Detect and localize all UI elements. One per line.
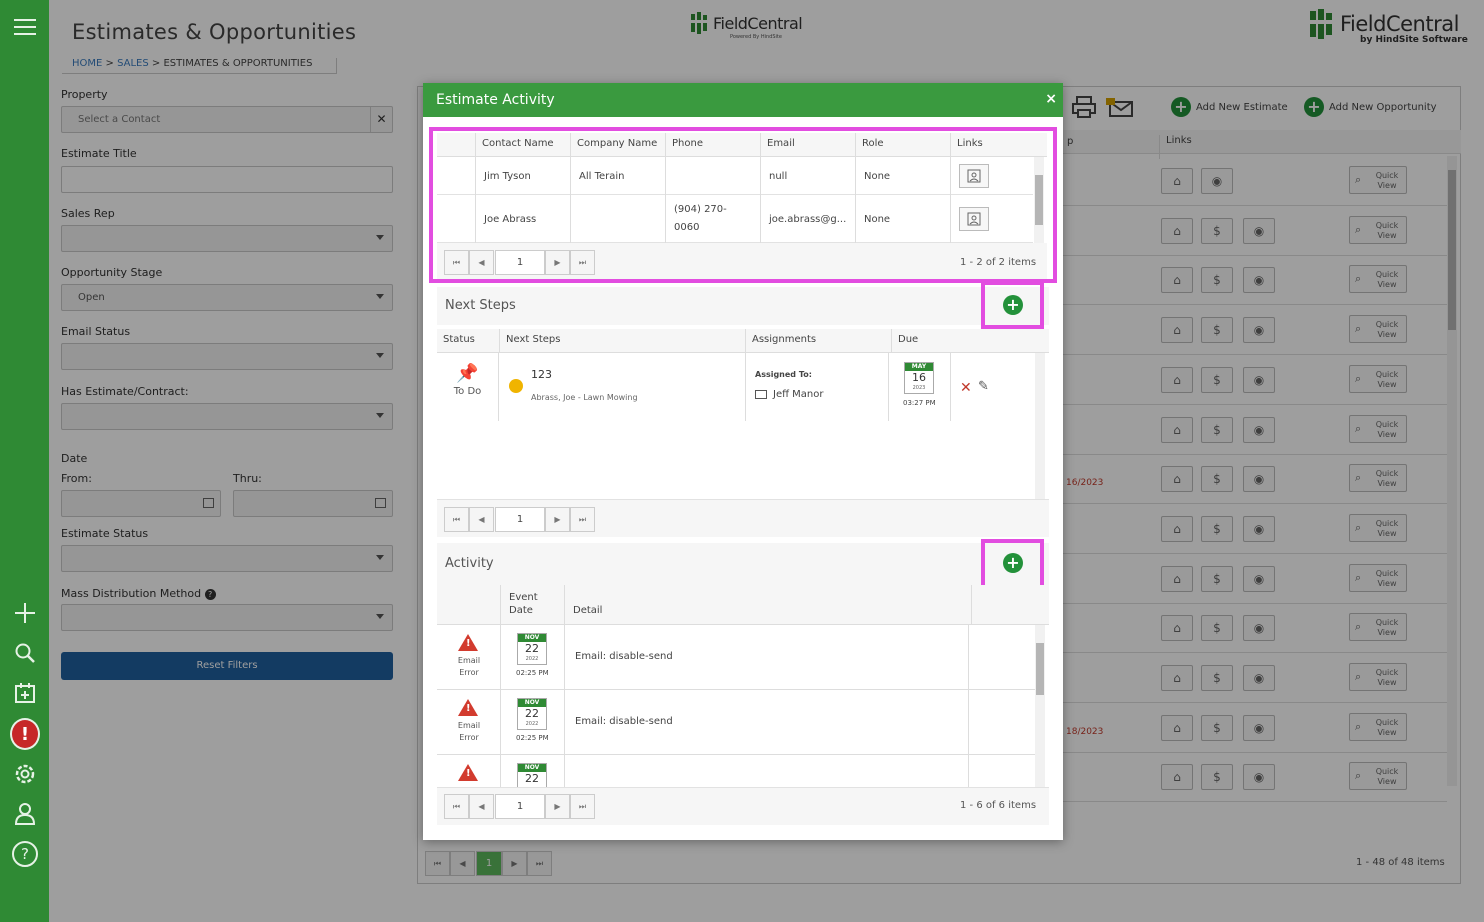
highlight-box-add-next-step bbox=[981, 281, 1044, 329]
next-steps-section-header bbox=[437, 287, 1049, 325]
activity-row[interactable]: ! NOV 22 bbox=[437, 755, 1035, 787]
delete-icon[interactable]: ✕ bbox=[960, 380, 972, 396]
activity-grid-header: Event Date Detail bbox=[437, 585, 1049, 625]
activity-detail: Email: disable-send bbox=[575, 716, 673, 727]
calendar-add-icon[interactable] bbox=[10, 678, 40, 708]
next-page-button[interactable]: ▶ bbox=[545, 794, 570, 819]
prev-page-button[interactable]: ◀ bbox=[469, 507, 494, 532]
user-profile-icon[interactable] bbox=[10, 799, 40, 829]
last-page-button[interactable]: ⏭ bbox=[570, 507, 595, 532]
pushpin-icon: 📌 bbox=[456, 363, 479, 384]
estimate-activity-modal: Estimate Activity × Contact Name Company… bbox=[423, 83, 1063, 840]
settings-gear-icon[interactable] bbox=[10, 759, 40, 789]
next-steps-title: Next Steps bbox=[445, 298, 516, 313]
edit-pencil-icon[interactable]: ✎ bbox=[978, 379, 989, 394]
page-number-input[interactable]: 1 bbox=[495, 794, 545, 819]
id-card-icon bbox=[755, 390, 767, 399]
next-steps-scrollbar[interactable] bbox=[1035, 353, 1045, 499]
search-icon[interactable] bbox=[10, 638, 40, 668]
activity-section-header bbox=[437, 543, 1049, 585]
first-page-button[interactable]: ⏮ bbox=[444, 507, 469, 532]
left-sidebar: ! ? bbox=[0, 0, 49, 922]
calendar-date-icon: NOV 22 2022 bbox=[517, 633, 547, 665]
activity-title: Activity bbox=[445, 556, 494, 571]
next-steps-grid-header: Status Next Steps Assignments Due bbox=[437, 329, 1049, 353]
last-page-button[interactable]: ⏭ bbox=[570, 794, 595, 819]
activity-list: ! Email Error NOV 22 2022 02:25 PM Email: disa… bbox=[437, 625, 1035, 787]
calendar-date-icon: MAY 16 2023 bbox=[904, 362, 934, 394]
activity-row[interactable]: ! Email Error NOV 22 2022 02:25 PM Email: disa… bbox=[437, 625, 1035, 690]
activity-pager-info: 1 - 6 of 6 items bbox=[960, 800, 1037, 811]
calendar-date-icon: NOV 22 2022 bbox=[517, 698, 547, 730]
close-icon[interactable]: × bbox=[1045, 91, 1057, 107]
error-warning-icon: ! bbox=[458, 699, 478, 716]
activity-row[interactable]: ! Email Error NOV 22 2022 02:25 PM Email: disa… bbox=[437, 690, 1035, 755]
status-dot-icon bbox=[509, 379, 523, 393]
modal-header: Estimate Activity × bbox=[423, 83, 1063, 117]
prev-page-button[interactable]: ◀ bbox=[469, 794, 494, 819]
modal-title: Estimate Activity bbox=[436, 92, 555, 108]
hamburger-menu-icon[interactable] bbox=[10, 12, 40, 42]
error-warning-icon: ! bbox=[458, 764, 478, 781]
activity-detail: Email: disable-send bbox=[575, 651, 673, 662]
next-step-row[interactable]: 📌 To Do 123 Abrass, Joe - Lawn Mowing As… bbox=[437, 353, 1035, 421]
activity-scrollbar[interactable] bbox=[1035, 625, 1045, 787]
page-number-input[interactable]: 1 bbox=[495, 507, 545, 532]
error-warning-icon: ! bbox=[458, 634, 478, 651]
alert-icon[interactable]: ! bbox=[10, 718, 40, 750]
next-page-button[interactable]: ▶ bbox=[545, 507, 570, 532]
help-icon[interactable]: ? bbox=[10, 839, 40, 869]
calendar-date-icon: NOV 22 bbox=[517, 763, 547, 787]
first-page-button[interactable]: ⏮ bbox=[444, 794, 469, 819]
highlight-box-add-activity bbox=[981, 539, 1044, 589]
add-icon[interactable] bbox=[10, 598, 40, 628]
highlight-box-contacts bbox=[429, 127, 1057, 283]
